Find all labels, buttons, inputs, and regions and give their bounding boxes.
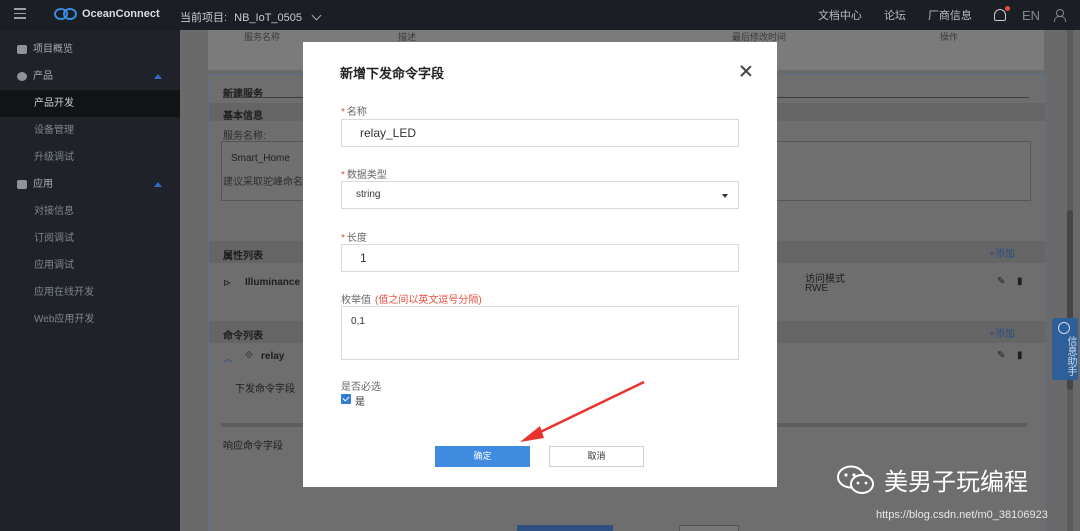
command-icon: ⟐ [245,350,253,361]
menu-icon[interactable] [14,8,26,20]
top-bar: OceanConnect 当前项目: NB_IoT_0505 文档中心 论坛 厂… [0,0,1080,30]
column-header: 操作 [940,32,959,42]
downlink-fields-label: 下发命令字段 [235,384,295,395]
user-icon[interactable] [1054,9,1066,22]
info-helper-tab[interactable]: 信息助手 [1052,318,1078,380]
chevron-down-icon [311,10,322,21]
enum-textarea[interactable]: 0,1 [341,306,739,360]
cube-icon [17,72,27,81]
sidebar-item-label: 应用调试 [34,260,74,271]
watermark: 美男子玩编程 [836,462,1028,497]
close-icon[interactable] [739,64,753,78]
sidebar-group-product[interactable]: 产品 [0,63,180,90]
sidebar-item-online-dev[interactable]: 应用在线开发 [0,279,180,306]
access-mode-value: RWE [805,283,829,294]
wechat-icon [837,465,874,494]
sidebar-item-label: 项目概览 [33,44,73,55]
sidebar-item-integration-info[interactable]: 对接信息 [0,198,180,225]
confirm-button[interactable]: 确定 [435,446,530,467]
sidebar-item-subscribe-debug[interactable]: 订阅调试 [0,225,180,252]
caret-up-icon [154,74,162,79]
delete-icon[interactable]: ▮ [1017,350,1023,361]
sidebar: 项目概览 产品 产品开发 设备管理 升级调试 应用 对接信息 订阅调试 应用调试… [0,30,180,531]
brand-name: OceanConnect [82,8,160,20]
bg-confirm-button[interactable] [517,525,613,531]
name-label: * 名称 [341,107,367,118]
edit-icon[interactable]: ✎ [997,276,1005,287]
bg-cancel-button[interactable] [679,525,739,531]
add-command-link[interactable]: +添加 [989,325,1015,340]
required-mark: * [341,233,345,244]
project-selector[interactable]: 当前项目: NB_IoT_0505 [180,9,322,25]
required-mark: * [341,107,345,118]
field-label: 服务名称: [223,131,266,142]
sidebar-item-label: Web应用开发 [34,314,95,325]
sidebar-item-product-dev[interactable]: 产品开发 [0,90,180,117]
edit-icon[interactable]: ✎ [997,350,1005,361]
caret-down-icon [722,194,728,198]
sidebar-item-label: 应用 [33,179,53,190]
length-input[interactable]: 1 [341,244,739,272]
required-checkbox[interactable] [341,394,351,404]
chevron-up-icon[interactable]: ︿ [223,350,233,365]
section-title: 基本信息 [223,111,263,122]
forum-link[interactable]: 论坛 [884,7,906,23]
command-name: relay [261,351,285,362]
language-switch[interactable]: EN [1022,8,1040,23]
response-fields-label: 响应命令字段 [223,441,283,452]
sidebar-item-app-debug[interactable]: 应用调试 [0,252,180,279]
datatype-select[interactable]: string [341,181,739,209]
sidebar-item-label: 升级调试 [34,152,74,163]
helper-label: 信息助手 [1065,336,1076,376]
watermark-text: 美男子玩编程 [884,468,1028,496]
annotation-arrow [520,380,645,442]
section-title: 属性列表 [223,251,263,262]
sidebar-item-label: 订阅调试 [34,233,74,244]
source-url: https://blog.csdn.net/m0_38106923 [876,509,1048,521]
required-option-label[interactable]: 是 [355,393,365,408]
property-name: Illuminance [245,277,301,288]
required-mark: * [341,170,345,181]
datatype-label: * 数据类型 [341,170,387,181]
sidebar-item-label: 产品开发 [34,98,74,109]
caret-up-icon [154,182,162,187]
sidebar-group-application[interactable]: 应用 [0,171,180,198]
project-label: 当前项目: [180,12,228,24]
sidebar-item-device-mgmt[interactable]: 设备管理 [0,117,180,144]
helper-icon [1058,322,1070,334]
logo[interactable]: OceanConnect [54,7,160,21]
dialog-title: 新增下发命令字段 [340,66,445,81]
bell-icon[interactable] [993,6,1010,21]
name-input[interactable]: relay_LED [341,119,739,147]
naming-hint: 建议采取驼峰命名方 [223,177,313,188]
cancel-button[interactable]: 取消 [549,446,644,467]
delete-icon[interactable]: ▮ [1017,276,1023,287]
enum-hint: (值之间以英文逗号分隔) [375,295,482,306]
service-name-value: Smart_Home [231,153,290,164]
project-name: NB_IoT_0505 [234,12,303,24]
length-label: * 长度 [341,233,367,244]
section-title: 命令列表 [223,331,263,342]
docs-link[interactable]: 文档中心 [818,7,862,23]
ocean-connect-logo-icon [54,7,78,21]
sidebar-item-label: 对接信息 [34,206,74,217]
enum-label: 枚举值 (值之间以英文逗号分隔) [341,295,482,306]
sidebar-item-label: 设备管理 [34,125,74,136]
sidebar-item-web-dev[interactable]: Web应用开发 [0,306,180,333]
sidebar-item-upgrade-debug[interactable]: 升级调试 [0,144,180,171]
sidebar-item-label: 产品 [33,71,53,82]
datatype-selected-value: string [356,189,381,200]
grid-icon [17,180,27,189]
dashboard-icon [17,45,27,54]
add-property-link[interactable]: +添加 [989,245,1015,260]
expand-icon[interactable]: ⊳ [223,278,231,289]
notification-dot [1004,6,1010,11]
column-header: 服务名称 [244,32,281,42]
sidebar-item-overview[interactable]: 项目概览 [0,36,180,63]
sidebar-item-label: 应用在线开发 [34,287,94,298]
vendor-info-link[interactable]: 厂商信息 [928,7,972,23]
required-label: 是否必选 [341,382,381,393]
